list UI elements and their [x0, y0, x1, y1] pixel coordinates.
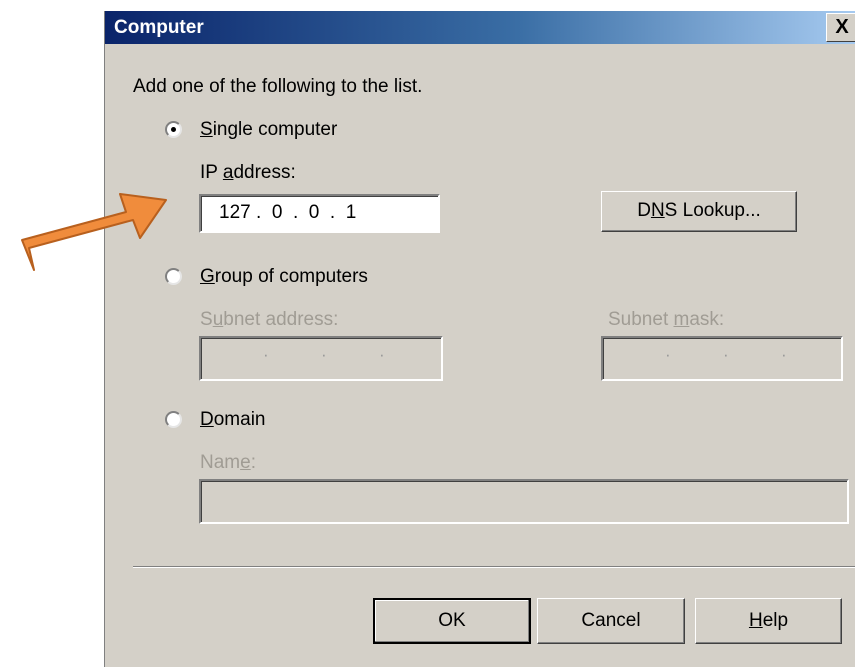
computer-dialog: Computer X Add one of the following to t…: [104, 11, 855, 667]
octet-separator: ·: [321, 345, 327, 364]
accel-s: S: [200, 119, 213, 140]
ip-address-value: 127 . 0 . 0 . 1: [219, 202, 357, 223]
accel-h: H: [748, 610, 763, 631]
octet-separator: ·: [379, 345, 385, 364]
ip-address-label: IP address:: [200, 162, 296, 184]
accel-m: m: [673, 309, 690, 330]
radio-selected-dot: [171, 127, 176, 132]
label-part: :: [250, 452, 256, 473]
instruction-text: Add one of the following to the list.: [133, 76, 423, 97]
domain-radio[interactable]: [165, 411, 182, 428]
single-computer-label[interactable]: Single computer: [200, 119, 337, 141]
label-rest: roup of computers: [214, 266, 368, 287]
label-part: S Lookup...: [664, 200, 761, 221]
label-part: IP: [200, 162, 223, 183]
domain-name-label: Name:: [200, 452, 256, 474]
label-part: S: [200, 309, 213, 330]
cancel-button[interactable]: Cancel: [537, 598, 685, 644]
label-part: D: [637, 200, 651, 221]
label-part: Subnet: [608, 309, 674, 330]
label-rest: elp: [762, 610, 789, 631]
help-button[interactable]: Help: [695, 598, 842, 644]
dns-lookup-button[interactable]: DNS Lookup...: [601, 191, 797, 232]
label-part: bnet address:: [223, 309, 339, 330]
subnet-mask-label: Subnet mask:: [608, 309, 724, 331]
label-part: ddress:: [233, 162, 296, 183]
accel-u: u: [212, 309, 224, 330]
ip-address-field[interactable]: 127 . 0 . 0 . 1: [199, 194, 440, 233]
octet-separator: ·: [263, 345, 269, 364]
accel-n: N: [650, 200, 665, 221]
subnet-address-label: Subnet address:: [200, 309, 338, 331]
group-of-computers-label[interactable]: Group of computers: [200, 266, 368, 288]
title-bar[interactable]: Computer X: [105, 11, 855, 44]
close-button[interactable]: X: [826, 13, 855, 42]
accel-g: G: [200, 266, 215, 287]
ok-button[interactable]: OK: [373, 598, 531, 644]
separator-line: [133, 566, 855, 568]
octet-separator: ·: [665, 345, 671, 364]
single-computer-radio[interactable]: [165, 121, 182, 138]
label-rest: omain: [213, 409, 266, 430]
accel-d: D: [200, 409, 214, 430]
annotation-arrow-icon: [21, 193, 167, 271]
domain-label[interactable]: Domain: [200, 409, 265, 431]
subnet-mask-field[interactable]: · · ·: [601, 336, 843, 381]
label-rest: ingle computer: [212, 119, 338, 140]
octet-separator: ·: [723, 345, 729, 364]
octet-separator: ·: [781, 345, 787, 364]
subnet-address-field[interactable]: · · ·: [199, 336, 443, 381]
accel-a: a: [222, 162, 234, 183]
window-title: Computer: [114, 17, 204, 38]
label-part: ask:: [689, 309, 725, 330]
label-part: Nam: [200, 452, 241, 473]
accel-e: e: [240, 452, 251, 473]
domain-name-field[interactable]: [199, 479, 849, 524]
